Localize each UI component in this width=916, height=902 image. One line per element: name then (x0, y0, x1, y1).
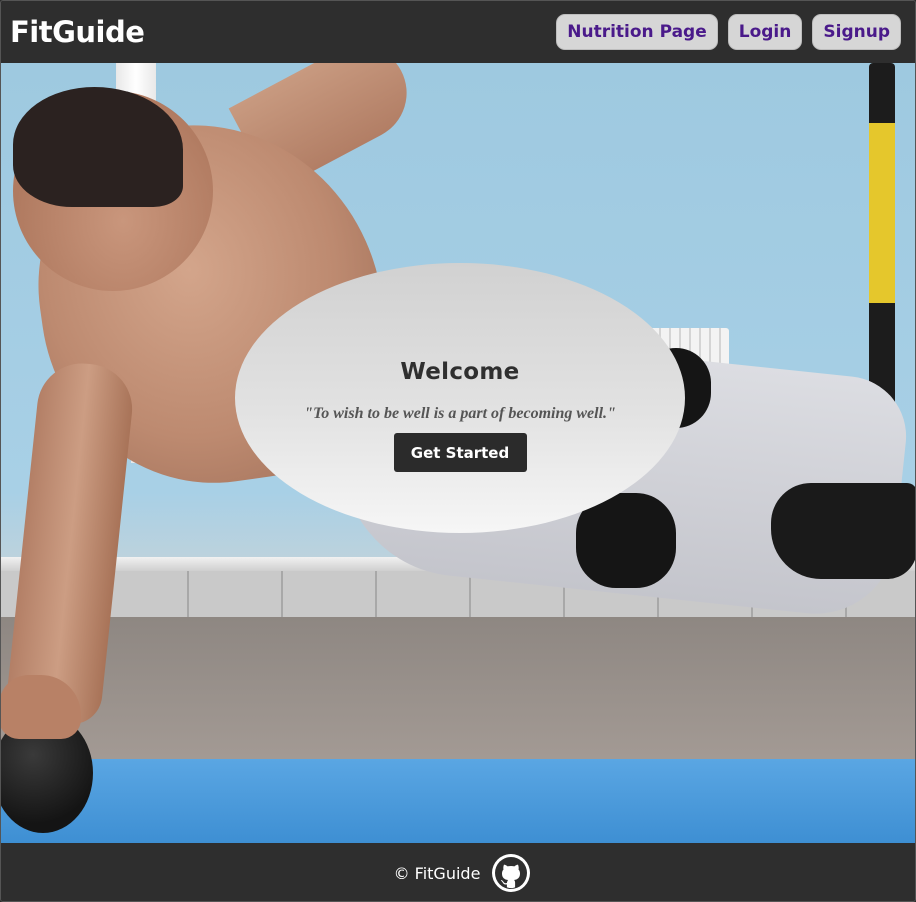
welcome-quote: "To wish to be well is a part of becomin… (304, 405, 616, 422)
get-started-button[interactable]: Get Started (393, 433, 527, 472)
athlete-shoes (771, 483, 915, 579)
floor (1, 617, 915, 767)
brand-logo[interactable]: FitGuide (10, 15, 145, 49)
athlete-hair (13, 87, 183, 207)
github-icon[interactable] (490, 852, 532, 894)
hero-background-image: Welcome "To wish to be well is a part of… (1, 63, 915, 843)
nav-links: Nutrition Page Login Signup (556, 14, 901, 50)
footer: © FitGuide (1, 843, 915, 901)
signup-button[interactable]: Signup (812, 14, 901, 50)
top-navbar: FitGuide Nutrition Page Login Signup (1, 1, 915, 63)
nutrition-page-button[interactable]: Nutrition Page (556, 14, 718, 50)
copyright-text: © FitGuide (393, 863, 481, 883)
welcome-oval-card: Welcome "To wish to be well is a part of… (235, 263, 685, 533)
login-button[interactable]: Login (727, 14, 803, 50)
exercise-mat (1, 759, 915, 843)
welcome-title: Welcome (400, 359, 520, 385)
page-frame: FitGuide Nutrition Page Login Signup Wel… (0, 0, 916, 902)
